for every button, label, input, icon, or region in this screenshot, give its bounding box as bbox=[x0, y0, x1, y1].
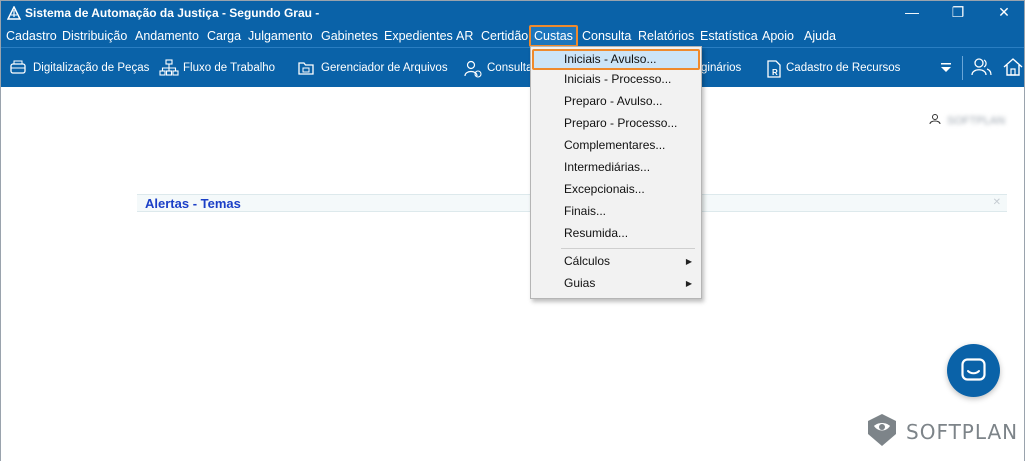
toolbar-fluxo[interactable]: Fluxo de Trabalho bbox=[159, 55, 277, 81]
toolbar-digitalizacao-label: Digitalização de Peças bbox=[33, 62, 150, 74]
menu-ar[interactable]: AR bbox=[456, 25, 473, 47]
custas-item-label: Finais... bbox=[564, 204, 607, 218]
custas-excepcionais[interactable]: Excepcionais... bbox=[532, 179, 700, 200]
consulta-icon bbox=[464, 60, 482, 78]
toolbar-cadastro-recursos-label: Cadastro de Recursos bbox=[786, 62, 901, 74]
users-icon[interactable] bbox=[970, 56, 992, 78]
toolbar-cadastro-recursos[interactable]: R Cadastro de Recursos bbox=[765, 55, 905, 81]
toolbar-consulta[interactable]: Consulta bbox=[463, 55, 533, 81]
toolbar: Digitalização de Peças Fluxo de Trabalho… bbox=[1, 47, 1024, 87]
custas-item-label: Intermediárias... bbox=[564, 160, 651, 174]
custas-item-label: Preparo - Processo... bbox=[564, 116, 678, 130]
toolbar-separator bbox=[962, 56, 963, 80]
custas-intermediarias[interactable]: Intermediárias... bbox=[532, 157, 700, 178]
menu-distribuicao[interactable]: Distribuição bbox=[62, 25, 127, 47]
menu-bar: Cadastro Distribuição Andamento Carga Ju… bbox=[1, 25, 1024, 47]
workflow-icon bbox=[159, 59, 179, 76]
restore-button[interactable]: ❐ bbox=[935, 1, 981, 25]
custas-item-label: Iniciais - Avulso... bbox=[564, 52, 657, 66]
custas-iniciais-processo[interactable]: Iniciais - Processo... bbox=[532, 69, 700, 90]
custas-complementares[interactable]: Complementares... bbox=[532, 135, 700, 156]
window-title: Sistema de Automação da Justiça - Segund… bbox=[25, 6, 320, 20]
main-content bbox=[1, 87, 1024, 461]
svg-text:R: R bbox=[772, 68, 778, 77]
softplan-logo-text: SOFTPLAN bbox=[906, 420, 1019, 444]
softplan-logo-icon bbox=[868, 414, 896, 446]
scanner-icon bbox=[10, 60, 26, 74]
menu-expedientes[interactable]: Expedientes bbox=[384, 25, 453, 47]
custas-dropdown-menu: Iniciais - Avulso... Iniciais - Processo… bbox=[530, 46, 702, 299]
dropdown-arrow-icon[interactable] bbox=[940, 62, 952, 74]
menu-gabinetes[interactable]: Gabinetes bbox=[321, 25, 378, 47]
custas-item-label: Complementares... bbox=[564, 138, 666, 152]
toolbar-consulta-label: Consulta bbox=[487, 62, 533, 74]
custas-iniciais-avulso[interactable]: Iniciais - Avulso... bbox=[532, 49, 700, 70]
alerts-close-icon[interactable]: ✕ bbox=[993, 197, 1001, 208]
submenu-arrow-icon: ▶ bbox=[685, 257, 692, 266]
custas-finais[interactable]: Finais... bbox=[532, 201, 700, 222]
menu-custas[interactable]: Custas bbox=[529, 25, 578, 47]
close-button[interactable]: ✕ bbox=[981, 1, 1025, 25]
custas-guias[interactable]: Guias ▶ bbox=[532, 273, 700, 294]
menu-relatorios[interactable]: Relatórios bbox=[638, 25, 694, 47]
custas-item-label: Resumida... bbox=[564, 226, 629, 240]
app-logo-icon bbox=[7, 6, 21, 20]
toolbar-gerenciador-label: Gerenciador de Arquivos bbox=[321, 62, 448, 74]
user-name: SOFTPLAN bbox=[947, 115, 1006, 127]
toolbar-originarios-label: ginários bbox=[701, 62, 742, 74]
file-manager-icon bbox=[298, 62, 314, 75]
menu-divider bbox=[561, 248, 695, 249]
custas-item-label: Guias bbox=[564, 276, 596, 290]
custas-item-label: Preparo - Avulso... bbox=[564, 94, 663, 108]
menu-carga[interactable]: Carga bbox=[207, 25, 241, 47]
custas-preparo-avulso[interactable]: Preparo - Avulso... bbox=[532, 91, 700, 112]
toolbar-originarios[interactable]: ginários bbox=[701, 55, 751, 81]
toolbar-fluxo-label: Fluxo de Trabalho bbox=[183, 62, 276, 74]
recurso-icon: R bbox=[767, 60, 781, 78]
custas-item-label: Iniciais - Processo... bbox=[564, 72, 672, 86]
menu-consulta[interactable]: Consulta bbox=[582, 25, 631, 47]
alerts-title: Alertas - Temas bbox=[145, 196, 241, 211]
custas-resumida[interactable]: Resumida... bbox=[532, 223, 700, 244]
toolbar-digitalizacao[interactable]: Digitalização de Peças bbox=[9, 55, 149, 81]
title-bar: Sistema de Automação da Justiça - Segund… bbox=[1, 1, 1024, 25]
menu-estatistica[interactable]: Estatística bbox=[700, 25, 758, 47]
submenu-arrow-icon: ▶ bbox=[685, 279, 692, 288]
menu-andamento[interactable]: Andamento bbox=[135, 25, 199, 47]
menu-ajuda[interactable]: Ajuda bbox=[804, 25, 836, 47]
toolbar-gerenciador[interactable]: Gerenciador de Arquivos bbox=[297, 55, 453, 81]
menu-certidao[interactable]: Certidão bbox=[481, 25, 528, 47]
user-icon bbox=[929, 114, 941, 125]
menu-cadastro[interactable]: Cadastro bbox=[6, 25, 57, 47]
custas-preparo-processo[interactable]: Preparo - Processo... bbox=[532, 113, 700, 134]
custas-item-label: Cálculos bbox=[564, 254, 611, 268]
chat-icon bbox=[961, 358, 986, 381]
custas-item-label: Excepcionais... bbox=[564, 182, 645, 196]
custas-calculos[interactable]: Cálculos ▶ bbox=[532, 251, 700, 272]
menu-apoio[interactable]: Apoio bbox=[762, 25, 794, 47]
minimize-button[interactable]: — bbox=[889, 1, 935, 25]
chat-button[interactable] bbox=[947, 344, 1000, 397]
menu-julgamento[interactable]: Julgamento bbox=[248, 25, 313, 47]
app-window: Sistema de Automação da Justiça - Segund… bbox=[0, 0, 1025, 461]
home-icon[interactable] bbox=[1002, 56, 1024, 78]
